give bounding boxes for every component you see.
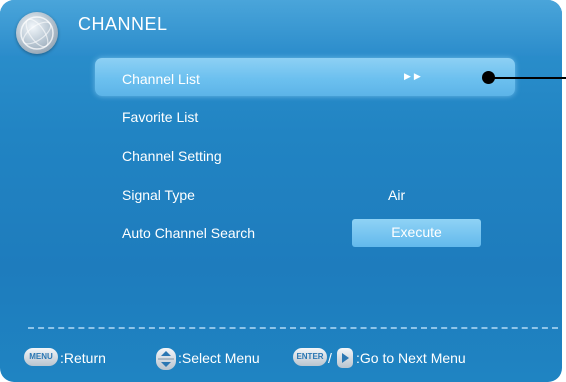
select-menu-label: :Select Menu: [178, 350, 260, 366]
menu-item-favorite-list[interactable]: Favorite List: [122, 109, 198, 125]
footer-divider: [28, 327, 558, 329]
menu-item-channel-list[interactable]: Channel List: [122, 71, 200, 87]
globe-icon: [16, 12, 58, 54]
signal-type-value: Air: [388, 187, 406, 203]
menu-title: CHANNEL: [78, 14, 168, 34]
up-down-key-icon: [155, 347, 177, 376]
next-menu-label: :Go to Next Menu: [356, 350, 466, 366]
menu-key-icon: MENU: [24, 348, 58, 366]
right-key-icon: [336, 347, 354, 374]
return-label: :Return: [60, 350, 106, 366]
channel-menu-panel: CHANNEL Channel List ▶▶ Favorite List Ch…: [0, 0, 562, 382]
menu-item-auto-channel-search[interactable]: Auto Channel Search: [122, 225, 255, 241]
menu-item-channel-setting[interactable]: Channel Setting: [122, 148, 222, 164]
menu-header: CHANNEL: [0, 0, 562, 56]
execute-button[interactable]: Execute: [352, 219, 481, 247]
submenu-arrow-icon: ▶▶: [404, 71, 424, 81]
menu-item-signal-type[interactable]: Signal Type: [122, 187, 195, 203]
slash-separator: /: [328, 350, 332, 366]
enter-key-icon: ENTER: [293, 348, 327, 366]
callout-line: [492, 77, 566, 79]
